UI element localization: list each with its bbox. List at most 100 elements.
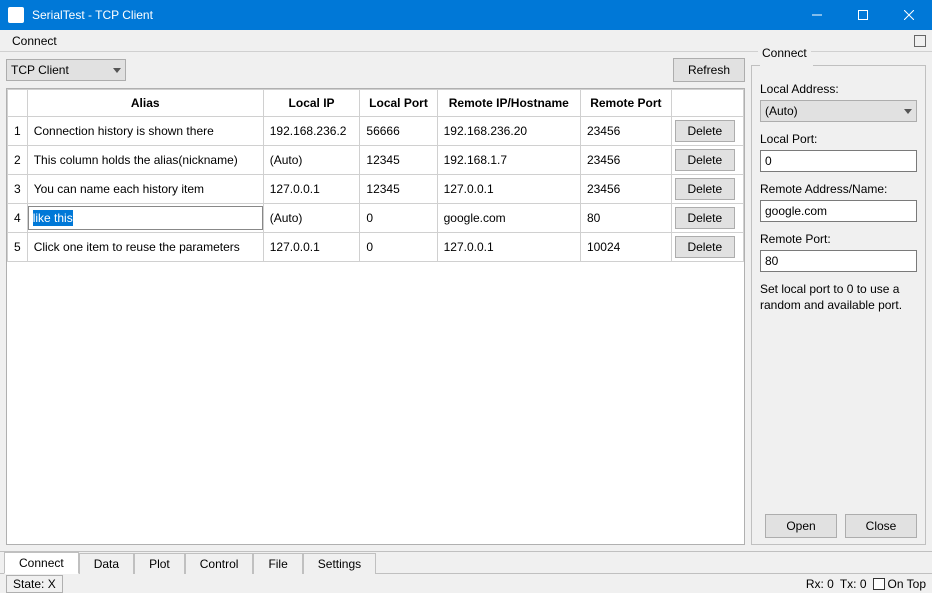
open-button[interactable]: Open [765,514,837,538]
cell-alias[interactable]: Connection history is shown there [27,117,263,146]
tab-file[interactable]: File [253,553,302,574]
refresh-button[interactable]: Refresh [673,58,745,82]
table-row[interactable]: 5Click one item to reuse the parameters1… [8,233,744,262]
local-port-value: 0 [765,154,772,168]
local-port-input[interactable]: 0 [760,150,917,172]
delete-button[interactable]: Delete [675,207,735,229]
header-rownum [8,90,28,117]
local-port-label: Local Port: [760,132,917,146]
cell-remote-port[interactable]: 23456 [580,146,671,175]
cell-remote-port[interactable]: 23456 [580,175,671,204]
cell-remote-port[interactable]: 10024 [580,233,671,262]
cell-remote[interactable]: 192.168.236.20 [437,117,580,146]
cell-alias[interactable]: This column holds the alias(nickname) [27,146,263,175]
row-number: 5 [8,233,28,262]
delete-button[interactable]: Delete [675,236,735,258]
history-table: Alias Local IP Local Port Remote IP/Host… [6,88,745,545]
table-row[interactable]: 1Connection history is shown there192.16… [8,117,744,146]
panel-buttons: Open Close [760,514,917,538]
tx-counter: Tx: 0 [840,577,867,591]
delete-button[interactable]: Delete [675,120,735,142]
cell-local-ip[interactable]: 192.168.236.2 [263,117,360,146]
cell-remote[interactable]: 127.0.0.1 [437,233,580,262]
statusbar: State: X Rx: 0 Tx: 0 On Top [0,573,932,593]
cell-local-ip[interactable]: 127.0.0.1 [263,233,360,262]
header-remote[interactable]: Remote IP/Hostname [437,90,580,117]
tabbar: Connect Data Plot Control File Settings [0,551,932,573]
cell-alias[interactable]: You can name each history item [27,175,263,204]
cell-local-port[interactable]: 0 [360,204,437,233]
local-address-value: (Auto) [765,104,798,118]
chevron-down-icon [113,68,121,73]
cell-delete: Delete [671,146,743,175]
cell-local-port[interactable]: 12345 [360,175,437,204]
local-address-label: Local Address: [760,82,917,96]
local-address-select[interactable]: (Auto) [760,100,917,122]
hint-text: Set local port to 0 to use a random and … [760,282,917,313]
rx-counter: Rx: 0 [806,577,834,591]
window-title: SerialTest - TCP Client [32,8,794,22]
cell-remote[interactable]: 127.0.0.1 [437,175,580,204]
tab-plot[interactable]: Plot [134,553,185,574]
left-pane: TCP Client Refresh Alias Local IP Local … [6,58,745,545]
close-button[interactable]: Close [845,514,917,538]
ontop-checkbox[interactable] [873,578,885,590]
tab-connect[interactable]: Connect [4,552,79,574]
delete-button[interactable]: Delete [675,178,735,200]
row-number: 4 [8,204,28,233]
titlebar: SerialTest - TCP Client [0,0,932,30]
content-area: TCP Client Refresh Alias Local IP Local … [0,52,932,551]
tab-control[interactable]: Control [185,553,254,574]
cell-delete: Delete [671,233,743,262]
mode-select[interactable]: TCP Client [6,59,126,81]
maximize-button[interactable] [840,0,886,30]
cell-delete: Delete [671,204,743,233]
remote-address-value: google.com [765,204,827,218]
connect-panel-title: Connect [758,46,811,60]
menu-connect[interactable]: Connect [6,32,63,50]
cell-remote-port[interactable]: 23456 [580,117,671,146]
row-number: 2 [8,146,28,175]
row-number: 3 [8,175,28,204]
header-local-ip[interactable]: Local IP [263,90,360,117]
cell-alias[interactable]: like this [27,204,263,233]
cell-remote-port[interactable]: 80 [580,204,671,233]
cell-local-port[interactable]: 56666 [360,117,437,146]
cell-local-port[interactable]: 12345 [360,146,437,175]
close-window-button[interactable] [886,0,932,30]
header-alias[interactable]: Alias [27,90,263,117]
alias-edit-input[interactable]: like this [28,206,263,230]
connect-panel: Connect Local Address: (Auto) Local Port… [751,58,926,545]
remote-port-input[interactable]: 80 [760,250,917,272]
remote-address-label: Remote Address/Name: [760,182,917,196]
cell-local-ip[interactable]: 127.0.0.1 [263,175,360,204]
cell-local-ip[interactable]: (Auto) [263,204,360,233]
ontop-label: On Top [888,577,926,591]
header-remote-port[interactable]: Remote Port [580,90,671,117]
cell-remote[interactable]: 192.168.1.7 [437,146,580,175]
tab-settings[interactable]: Settings [303,553,376,574]
cell-delete: Delete [671,175,743,204]
table-row[interactable]: 3You can name each history item127.0.0.1… [8,175,744,204]
cell-delete: Delete [671,117,743,146]
minimize-button[interactable] [794,0,840,30]
undock-icon[interactable] [914,35,926,47]
table-row[interactable]: 4like this(Auto)0google.com80Delete [8,204,744,233]
cell-alias[interactable]: Click one item to reuse the parameters [27,233,263,262]
app-icon [8,7,24,23]
row-number: 1 [8,117,28,146]
remote-port-label: Remote Port: [760,232,917,246]
remote-address-input[interactable]: google.com [760,200,917,222]
cell-remote[interactable]: google.com [437,204,580,233]
header-local-port[interactable]: Local Port [360,90,437,117]
tab-data[interactable]: Data [79,553,134,574]
cell-local-port[interactable]: 0 [360,233,437,262]
delete-button[interactable]: Delete [675,149,735,171]
cell-local-ip[interactable]: (Auto) [263,146,360,175]
table-row[interactable]: 2This column holds the alias(nickname)(A… [8,146,744,175]
connection-state: State: X [6,575,63,593]
header-delete [671,90,743,117]
mode-select-value: TCP Client [11,63,69,77]
table-header-row: Alias Local IP Local Port Remote IP/Host… [8,90,744,117]
chevron-down-icon [904,109,912,114]
